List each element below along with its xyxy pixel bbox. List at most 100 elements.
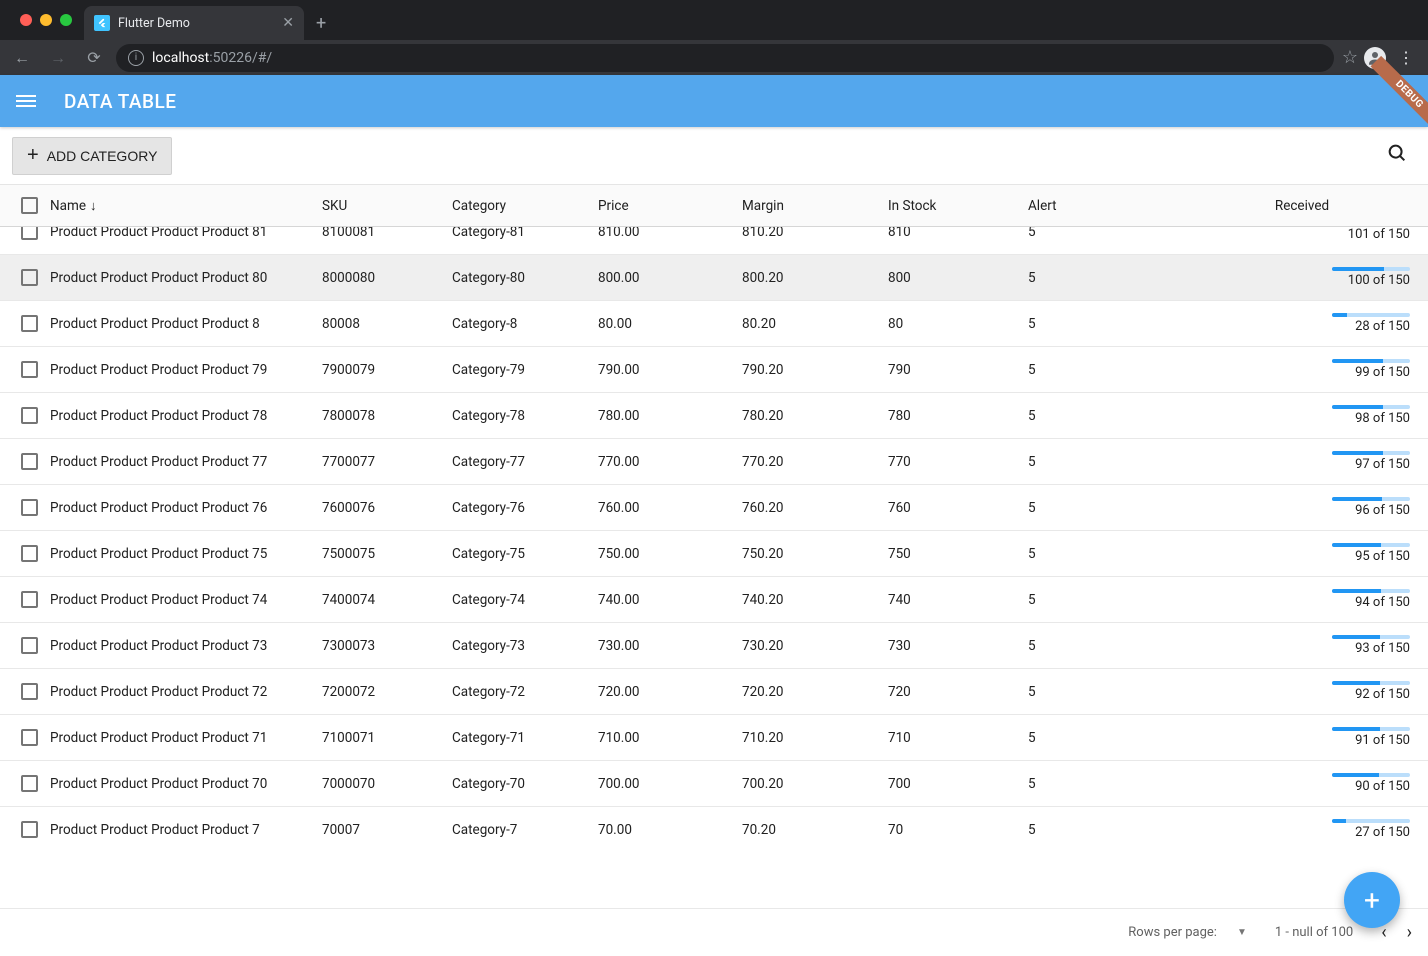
cell-name: Product Product Product Product 81 [46, 227, 322, 240]
cell-in-stock: 800 [888, 270, 1028, 286]
received-text: 100 of 150 [1348, 273, 1410, 288]
table-row[interactable]: Product Product Product Product 81810008… [0, 227, 1428, 255]
received-text: 95 of 150 [1355, 549, 1410, 564]
row-checkbox[interactable] [21, 499, 38, 516]
tab-strip: Flutter Demo ✕ + [0, 0, 1428, 40]
cell-sku: 7600076 [322, 500, 452, 516]
cell-category: Category-79 [452, 362, 598, 378]
column-header-category[interactable]: Category [452, 198, 598, 214]
progress-bar [1332, 819, 1410, 823]
back-button[interactable]: ← [8, 44, 36, 72]
column-header-alert[interactable]: Alert [1028, 198, 1188, 214]
cell-margin: 810.20 [742, 227, 888, 240]
cell-sku: 7000070 [322, 776, 452, 792]
select-all-checkbox[interactable] [21, 197, 38, 214]
row-checkbox[interactable] [21, 683, 38, 700]
table-row[interactable]: Product Product Product Product 76760007… [0, 485, 1428, 531]
table-row[interactable]: Product Product Product Product 79790007… [0, 347, 1428, 393]
row-checkbox[interactable] [21, 637, 38, 654]
rows-per-page-dropdown[interactable]: ▼ [1237, 927, 1247, 938]
row-checkbox[interactable] [21, 821, 38, 838]
cell-category: Category-72 [452, 684, 598, 700]
app-bar: DATA TABLE DEBUG [0, 75, 1428, 127]
new-tab-button[interactable]: + [304, 6, 338, 40]
row-checkbox[interactable] [21, 269, 38, 286]
table-row[interactable]: Product Product Product Product 77770007… [0, 439, 1428, 485]
close-window-icon[interactable] [20, 14, 32, 26]
cell-sku: 8100081 [322, 227, 452, 240]
table-row[interactable]: Product Product Product Product 770007Ca… [0, 807, 1428, 852]
cell-margin: 710.20 [742, 730, 888, 746]
next-page-button[interactable]: › [1407, 922, 1412, 943]
table-row[interactable]: Product Product Product Product 73730007… [0, 623, 1428, 669]
cell-alert: 5 [1028, 408, 1188, 424]
browser-tab[interactable]: Flutter Demo ✕ [84, 6, 304, 40]
window-controls [8, 0, 84, 40]
cell-in-stock: 780 [888, 408, 1028, 424]
row-checkbox[interactable] [21, 407, 38, 424]
page-title: DATA TABLE [64, 90, 177, 113]
toolbar: + ADD CATEGORY [0, 127, 1428, 185]
cell-alert: 5 [1028, 316, 1188, 332]
table-body[interactable]: Product Product Product Product 81810008… [0, 227, 1428, 852]
column-header-margin[interactable]: Margin [742, 198, 888, 214]
column-header-received[interactable]: Received [1188, 198, 1416, 214]
add-category-button[interactable]: + ADD CATEGORY [12, 137, 172, 175]
cell-sku: 8000080 [322, 270, 452, 286]
table-row[interactable]: Product Product Product Product 70700007… [0, 761, 1428, 807]
table-row[interactable]: Product Product Product Product 78780007… [0, 393, 1428, 439]
cell-received: 27 of 150 [1188, 819, 1416, 840]
cell-price: 70.00 [598, 822, 742, 838]
cell-received: 100 of 150 [1188, 267, 1416, 288]
table-row[interactable]: Product Product Product Product 71710007… [0, 715, 1428, 761]
forward-button[interactable]: → [44, 44, 72, 72]
row-checkbox[interactable] [21, 361, 38, 378]
site-info-icon[interactable]: i [128, 50, 144, 66]
row-checkbox[interactable] [21, 775, 38, 792]
cell-alert: 5 [1028, 454, 1188, 470]
column-header-price[interactable]: Price [598, 198, 742, 214]
table-row[interactable]: Product Product Product Product 75750007… [0, 531, 1428, 577]
tab-title: Flutter Demo [118, 16, 274, 31]
received-text: 93 of 150 [1355, 641, 1410, 656]
search-icon[interactable] [1378, 134, 1416, 178]
cell-in-stock: 70 [888, 822, 1028, 838]
cell-name: Product Product Product Product 71 [46, 730, 322, 746]
table-row[interactable]: Product Product Product Product 74740007… [0, 577, 1428, 623]
row-checkbox[interactable] [21, 729, 38, 746]
minimize-window-icon[interactable] [40, 14, 52, 26]
column-header-name[interactable]: Name ↓ [46, 198, 322, 214]
bookmark-icon[interactable]: ☆ [1342, 47, 1358, 68]
row-checkbox[interactable] [21, 227, 38, 240]
row-checkbox[interactable] [21, 453, 38, 470]
cell-category: Category-7 [452, 822, 598, 838]
menu-icon[interactable] [16, 95, 36, 107]
cell-name: Product Product Product Product 75 [46, 546, 322, 562]
table-row[interactable]: Product Product Product Product 80800008… [0, 255, 1428, 301]
cell-in-stock: 770 [888, 454, 1028, 470]
cell-alert: 5 [1028, 822, 1188, 838]
row-checkbox[interactable] [21, 545, 38, 562]
progress-bar [1332, 405, 1410, 409]
cell-in-stock: 790 [888, 362, 1028, 378]
maximize-window-icon[interactable] [60, 14, 72, 26]
cell-sku: 7800078 [322, 408, 452, 424]
reload-button[interactable]: ⟳ [80, 44, 108, 72]
table-row[interactable]: Product Product Product Product 880008Ca… [0, 301, 1428, 347]
address-bar[interactable]: i localhost:50226/#/ [116, 44, 1334, 72]
cell-alert: 5 [1028, 500, 1188, 516]
url-host: localhost [152, 50, 209, 66]
cell-margin: 730.20 [742, 638, 888, 654]
cell-received: 101 of 150 [1188, 227, 1416, 242]
column-header-sku[interactable]: SKU [322, 198, 452, 214]
tab-close-icon[interactable]: ✕ [282, 15, 294, 31]
table-row[interactable]: Product Product Product Product 72720007… [0, 669, 1428, 715]
row-checkbox[interactable] [21, 315, 38, 332]
column-header-in-stock[interactable]: In Stock [888, 198, 1028, 214]
fab-add-button[interactable]: + [1344, 872, 1400, 928]
row-checkbox[interactable] [21, 591, 38, 608]
add-category-label: ADD CATEGORY [47, 148, 158, 164]
cell-price: 780.00 [598, 408, 742, 424]
cell-received: 99 of 150 [1188, 359, 1416, 380]
browser-menu-icon[interactable]: ⋮ [1392, 48, 1420, 67]
